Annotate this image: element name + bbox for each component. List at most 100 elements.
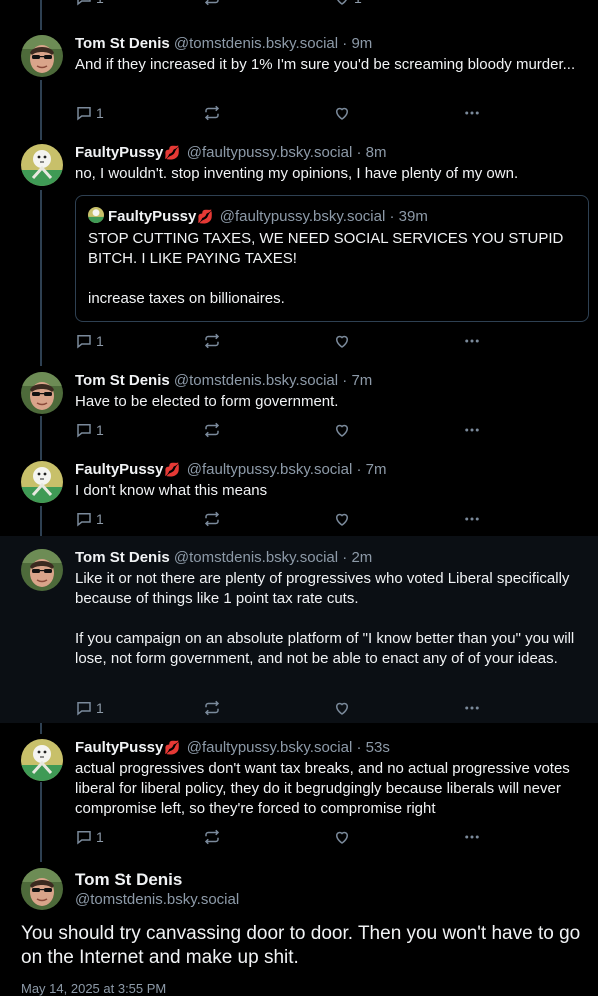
post[interactable]: Tom St Denis @tomstdenis.bsky.social · 2… [0, 536, 598, 723]
post-header: Tom St Denis @tomstdenis.bsky.social · 7… [75, 371, 586, 391]
quote-text: STOP CUTTING TAXES, WE NEED SOCIAL SERVI… [88, 230, 564, 307]
reply-button[interactable]: 1 [75, 0, 104, 8]
post-time[interactable]: 7m [351, 372, 372, 389]
more-button[interactable] [463, 0, 481, 8]
author-name[interactable]: FaultyPussy [75, 739, 163, 756]
post-text: Like it or not there are plenty of progr… [75, 570, 575, 667]
avatar[interactable] [21, 372, 63, 414]
post-time[interactable]: 8m [366, 144, 387, 161]
post-header: FaultyPussy💋 @faultypussy.bsky.social · … [75, 738, 586, 758]
repost-icon [204, 422, 220, 438]
more-button[interactable] [463, 331, 481, 351]
post-time[interactable]: 2m [351, 549, 372, 566]
author-handle[interactable]: @tomstdenis.bsky.social [174, 549, 338, 566]
quote-avatar [88, 207, 104, 223]
reply-button[interactable]: 1 [75, 827, 104, 847]
avatar-image [21, 461, 63, 503]
reply-button[interactable]: 1 [75, 509, 104, 529]
like-button[interactable] [333, 420, 351, 440]
post-text: no, I wouldn't. stop inventing my opinio… [75, 165, 519, 182]
reply-button[interactable]: 1 [75, 698, 104, 718]
post-actions: 1 1 [75, 0, 495, 8]
main-post-author-handle[interactable]: @tomstdenis.bsky.social [75, 890, 239, 910]
author-handle[interactable]: @faultypussy.bsky.social [187, 461, 353, 478]
post[interactable]: Tom St Denis @tomstdenis.bsky.social · 7… [0, 367, 598, 447]
avatar[interactable] [21, 144, 63, 186]
heart-icon [335, 831, 349, 844]
avatar-image [21, 739, 63, 781]
author-name[interactable]: FaultyPussy [75, 461, 163, 478]
avatar[interactable] [21, 549, 63, 591]
author-handle[interactable]: @tomstdenis.bsky.social [174, 372, 338, 389]
quoted-post[interactable]: FaultyPussy💋 @faultypussy.bsky.social · … [75, 195, 589, 322]
more-button[interactable] [463, 420, 481, 440]
repost-button[interactable] [203, 331, 221, 351]
author-handle[interactable]: @faultypussy.bsky.social [187, 144, 353, 161]
dot-separator: · [342, 372, 348, 389]
avatar-image [21, 372, 63, 414]
main-post-date[interactable]: May 14, 2025 at 3:55 PM [21, 980, 166, 996]
post-actions: 1 [75, 420, 495, 440]
author-name[interactable]: FaultyPussy [75, 144, 163, 161]
like-button[interactable] [333, 698, 351, 718]
more-button[interactable] [463, 698, 481, 718]
repost-button[interactable] [203, 827, 221, 847]
like-button[interactable] [333, 509, 351, 529]
avatar[interactable] [21, 461, 63, 503]
repost-button[interactable] [203, 103, 221, 123]
heart-icon [335, 702, 349, 715]
more-icon [465, 706, 479, 710]
post-text: And if they increased it by 1% I'm sure … [75, 56, 576, 73]
dot-separator: · [342, 549, 348, 566]
repost-icon [204, 511, 220, 527]
like-button[interactable] [333, 103, 351, 123]
reply-button[interactable]: 1 [75, 331, 104, 351]
repost-button[interactable] [203, 420, 221, 440]
more-button[interactable] [463, 827, 481, 847]
post-time[interactable]: 7m [366, 461, 387, 478]
author-name[interactable]: Tom St Denis [75, 372, 170, 389]
post[interactable]: Tom St Denis @tomstdenis.bsky.social · 9… [0, 30, 598, 130]
avatar[interactable] [21, 739, 63, 781]
reply-button[interactable]: 1 [75, 420, 104, 440]
more-button[interactable] [463, 103, 481, 123]
repost-button[interactable] [203, 509, 221, 529]
post[interactable]: FaultyPussy💋 @faultypussy.bsky.social · … [0, 456, 598, 536]
post-actions: 1 [75, 331, 495, 351]
main-post-avatar[interactable] [21, 868, 63, 910]
reply-count: 1 [96, 700, 104, 716]
avatar[interactable] [21, 35, 63, 77]
reply-button[interactable]: 1 [75, 103, 104, 123]
more-button[interactable] [463, 509, 481, 529]
post-time[interactable]: 53s [366, 739, 390, 756]
dot-separator: · [389, 208, 395, 225]
more-icon [465, 835, 479, 839]
post[interactable]: FaultyPussy💋 @faultypussy.bsky.social · … [0, 139, 598, 361]
main-post-author-name[interactable]: Tom St Denis [75, 869, 182, 891]
heart-icon [335, 513, 349, 526]
like-button[interactable]: 1 [333, 0, 362, 8]
like-button[interactable] [333, 331, 351, 351]
quote-header: FaultyPussy💋 @faultypussy.bsky.social · … [88, 207, 576, 227]
post[interactable]: FaultyPussy💋 @faultypussy.bsky.social · … [0, 734, 598, 854]
repost-button[interactable] [203, 0, 221, 8]
like-button[interactable] [333, 827, 351, 847]
reply-icon [77, 831, 91, 845]
repost-icon [204, 105, 220, 121]
author-name[interactable]: Tom St Denis [75, 35, 170, 52]
post-time[interactable]: 9m [351, 35, 372, 52]
post-actions: 1 [75, 827, 495, 847]
avatar-image [21, 868, 63, 910]
repost-button[interactable] [203, 698, 221, 718]
author-handle[interactable]: @tomstdenis.bsky.social [174, 35, 338, 52]
dot-separator: · [356, 461, 362, 478]
author-name[interactable]: Tom St Denis [75, 549, 170, 566]
dot-separator: · [356, 739, 362, 756]
author-handle[interactable]: @faultypussy.bsky.social [187, 739, 353, 756]
post-text: actual progressives don't want tax break… [75, 760, 570, 817]
dot-separator: · [342, 35, 348, 52]
heart-icon [335, 424, 349, 437]
reply-icon [77, 424, 91, 438]
repost-icon [204, 0, 219, 6]
avatar-image [21, 549, 63, 591]
